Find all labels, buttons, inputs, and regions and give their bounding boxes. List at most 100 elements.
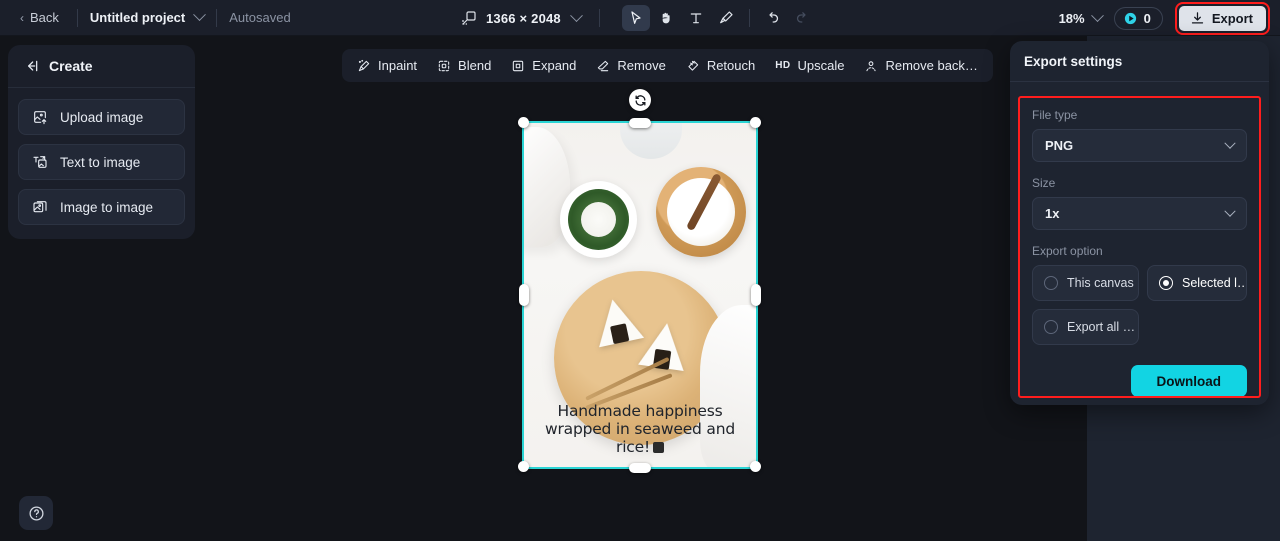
brush-icon (718, 10, 734, 26)
hd-badge: HD (775, 60, 790, 71)
project-name: Untitled project (90, 10, 185, 25)
export-settings-title: Export settings (1010, 41, 1269, 82)
credits-count: 0 (1144, 11, 1151, 26)
text-to-image-icon (32, 154, 48, 170)
top-bar-right: 18% 0 Export (1059, 0, 1270, 36)
sidebar-item-label: Text to image (60, 155, 140, 170)
toolbar-item-retouch[interactable]: Retouch (677, 53, 764, 79)
photo-background: Handmade happiness wrapped in seaweed an… (524, 123, 756, 467)
collapse-panel-icon (24, 58, 40, 74)
export-button-highlight: Export (1175, 2, 1270, 35)
rice-ball-emoji-icon (653, 442, 664, 453)
sidebar-item-label: Image to image (60, 200, 153, 215)
rotate-handle[interactable] (629, 89, 651, 111)
remove-icon (596, 59, 610, 73)
toolbar-item-label: Retouch (707, 58, 755, 73)
resize-handle-right[interactable] (751, 284, 761, 306)
resize-handle-top-right[interactable] (750, 117, 761, 128)
inpaint-icon (357, 59, 371, 73)
toolbar-item-expand[interactable]: Expand (502, 53, 585, 79)
resize-handle-top-left[interactable] (518, 117, 529, 128)
resize-handle-bottom[interactable] (629, 463, 651, 473)
canvas-size-dropdown[interactable]: 1366 × 2048 (455, 10, 587, 26)
create-panel: Create Upload image Text to image (8, 45, 195, 239)
toolbar-item-label: Expand (532, 58, 576, 73)
remove-background-icon (864, 59, 878, 73)
canvas-resize-icon (461, 10, 477, 26)
chevron-left-icon: ‹ (20, 12, 24, 24)
export-button[interactable]: Export (1179, 6, 1266, 31)
chevron-down-icon (193, 8, 206, 21)
toolbar-item-label: Remove back… (885, 58, 977, 73)
artboard-selected-image[interactable]: Handmade happiness wrapped in seaweed an… (524, 123, 756, 467)
retouch-icon (686, 59, 700, 73)
image-to-image-icon (32, 199, 48, 215)
select-tool[interactable] (622, 5, 650, 31)
export-settings-panel: Export settings File type PNG Size 1x Ex… (1010, 41, 1269, 405)
sidebar-item-label: Upload image (60, 110, 143, 125)
toolbar-item-label: Blend (458, 58, 491, 73)
onigiri-two (638, 320, 690, 371)
expand-icon (511, 59, 525, 73)
app-root: Handmade happiness wrapped in seaweed an… (0, 0, 1280, 541)
export-label: Export (1212, 11, 1253, 26)
hand-tool[interactable] (652, 5, 680, 31)
redo-tool[interactable] (789, 5, 817, 31)
create-panel-header[interactable]: Create (8, 45, 195, 88)
caption-line-2: wrapped in seaweed and (545, 420, 735, 438)
image-context-toolbar: Inpaint Blend Expand Remove (342, 49, 993, 82)
zoom-dropdown[interactable]: 18% (1059, 11, 1102, 26)
redo-icon (794, 10, 811, 27)
create-panel-title: Create (49, 58, 93, 74)
toolbar-item-remove[interactable]: Remove (587, 53, 674, 79)
resize-handle-bottom-left[interactable] (518, 461, 529, 472)
project-name-dropdown[interactable]: Untitled project (90, 10, 204, 25)
image-caption: Handmade happiness wrapped in seaweed an… (528, 403, 752, 457)
resize-handle-bottom-right[interactable] (750, 461, 761, 472)
help-button[interactable] (19, 496, 53, 530)
white-bowl-furikake (560, 181, 637, 258)
blend-icon (437, 59, 451, 73)
toolbar-item-blend[interactable]: Blend (428, 53, 500, 79)
sidebar-item-image-to-image[interactable]: Image to image (18, 189, 185, 225)
toolbar-item-remove-background[interactable]: Remove back… (855, 53, 986, 79)
text-icon (688, 10, 704, 26)
chevron-down-icon (1091, 9, 1104, 22)
top-bar: ‹ Back Untitled project Autosaved 1366 ×… (0, 0, 1280, 36)
brush-tool[interactable] (712, 5, 740, 31)
chevron-down-icon (570, 9, 583, 22)
hand-icon (658, 10, 674, 26)
download-icon (1190, 11, 1205, 26)
back-button[interactable]: ‹ Back (14, 7, 65, 28)
toolbar-item-label: Inpaint (378, 58, 417, 73)
export-settings-highlight (1018, 96, 1261, 398)
text-tool[interactable] (682, 5, 710, 31)
toolbar-item-upscale[interactable]: HD Upscale (766, 53, 853, 79)
cursor-icon (628, 10, 644, 26)
glass-object (620, 123, 682, 159)
canvas-dimensions: 1366 × 2048 (486, 11, 561, 26)
undo-icon (764, 10, 781, 27)
top-bar-left: ‹ Back Untitled project Autosaved (0, 7, 291, 28)
resize-handle-top[interactable] (629, 118, 651, 128)
credit-coin-icon (1123, 11, 1138, 26)
rotate-icon (634, 94, 647, 107)
toolbar-item-label: Remove (617, 58, 665, 73)
toolbar-item-inpaint[interactable]: Inpaint (348, 53, 426, 79)
help-circle-icon (28, 505, 45, 522)
autosaved-status: Autosaved (229, 10, 290, 25)
undo-tool[interactable] (759, 5, 787, 31)
sidebar-item-upload-image[interactable]: Upload image (18, 99, 185, 135)
caption-line-3: rice! (616, 438, 650, 456)
onigiri-one (590, 295, 644, 348)
divider (749, 9, 750, 27)
credits-badge[interactable]: 0 (1114, 7, 1163, 30)
zoom-level: 18% (1059, 11, 1085, 26)
divider (216, 9, 217, 27)
resize-handle-left[interactable] (519, 284, 529, 306)
back-label: Back (30, 10, 59, 25)
divider (77, 9, 78, 27)
caption-line-1: Handmade happiness (558, 402, 723, 420)
divider (599, 9, 600, 27)
sidebar-item-text-to-image[interactable]: Text to image (18, 144, 185, 180)
